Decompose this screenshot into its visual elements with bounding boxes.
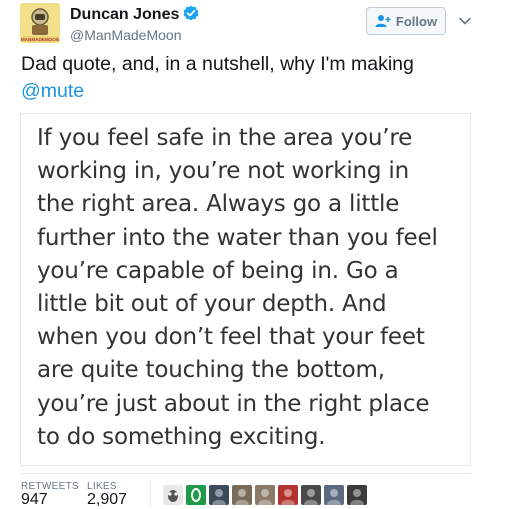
retweets-count[interactable]: 947	[21, 491, 48, 509]
liker-avatars	[163, 485, 367, 505]
verified-badge-icon	[183, 5, 199, 21]
photo-avatar-icon	[324, 485, 344, 505]
green-badge-avatar-icon	[186, 485, 206, 505]
follow-label: Follow	[395, 13, 438, 29]
liker-avatar[interactable]	[232, 485, 252, 505]
stats-separator	[150, 480, 151, 506]
mention-link[interactable]: @mute	[21, 80, 84, 102]
quote-image[interactable]: If you feel safe in the area you’re work…	[20, 113, 471, 466]
display-name[interactable]: Duncan Jones	[70, 5, 199, 24]
liker-avatar[interactable]	[278, 485, 298, 505]
photo-avatar-icon	[255, 485, 275, 505]
user-handle[interactable]: @ManMadeMoon	[70, 27, 182, 43]
tweet-body: Dad quote, and, in a nutshell, why I'm m…	[21, 53, 414, 75]
photo-avatar-icon	[232, 485, 252, 505]
follow-button[interactable]: Follow	[366, 7, 446, 35]
divider	[20, 473, 471, 474]
add-user-icon	[375, 15, 391, 27]
owl-avatar-icon	[163, 485, 183, 505]
liker-avatar[interactable]	[301, 485, 321, 505]
liker-avatar[interactable]	[163, 485, 183, 505]
liker-avatar[interactable]	[347, 485, 367, 505]
chevron-down-icon[interactable]	[458, 14, 472, 28]
liker-avatar[interactable]	[324, 485, 344, 505]
likes-count[interactable]: 2,907	[87, 491, 127, 509]
liker-avatar[interactable]	[209, 485, 229, 505]
photo-avatar-icon	[347, 485, 367, 505]
display-name-text[interactable]: Duncan Jones	[70, 6, 179, 23]
liker-avatar[interactable]	[186, 485, 206, 505]
tweet-text: Dad quote, and, in a nutshell, why I'm m…	[21, 51, 491, 105]
liker-avatar[interactable]	[255, 485, 275, 505]
quote-text: If you feel safe in the area you’re work…	[37, 125, 438, 450]
avatar[interactable]: MANMADEMOON	[20, 3, 60, 43]
photo-avatar-icon	[209, 485, 229, 505]
svg-text:MANMADEMOON: MANMADEMOON	[21, 37, 60, 42]
photo-avatar-icon	[301, 485, 321, 505]
astronaut-avatar-icon: MANMADEMOON	[20, 3, 60, 43]
photo-avatar-icon	[278, 485, 298, 505]
